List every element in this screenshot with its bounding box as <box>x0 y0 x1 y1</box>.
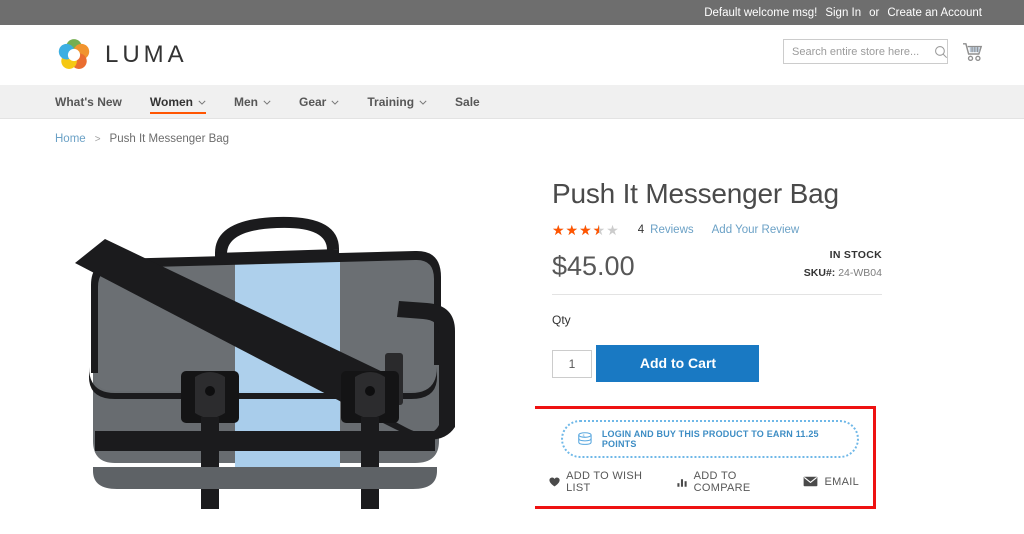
action-label: ADD TO WISH LIST <box>566 469 643 494</box>
nav-label: Sale <box>455 94 480 109</box>
heart-icon <box>549 477 560 487</box>
nav-label: What's New <box>55 94 122 109</box>
envelope-icon <box>804 477 818 487</box>
create-account-link[interactable]: Create an Account <box>887 7 982 19</box>
chevron-down-icon <box>419 100 427 105</box>
welcome-message: Default welcome msg! <box>704 6 818 19</box>
nav-label: Gear <box>299 94 327 109</box>
nav-item-sale[interactable]: Sale <box>441 85 494 118</box>
nav-item-gear[interactable]: Gear <box>285 85 353 118</box>
shopping-cart-icon[interactable] <box>962 42 984 62</box>
action-label: ADD TO COMPARE <box>693 469 751 494</box>
star-rating[interactable]: ★★★★★ ★★★★★ <box>552 223 620 237</box>
breadcrumb: Home > Push It Messenger Bag <box>0 119 1024 145</box>
chevron-down-icon <box>331 100 339 105</box>
breadcrumb-home-link[interactable]: Home <box>55 133 86 145</box>
or-text: or <box>869 6 880 19</box>
add-your-review-link[interactable]: Add Your Review <box>712 224 800 236</box>
sku-value: 24-WB04 <box>838 266 882 279</box>
add-to-cart-button[interactable]: Add to Cart <box>596 344 760 382</box>
review-count: 4 <box>637 223 645 236</box>
logo-text: LUMA <box>105 41 188 68</box>
site-header: LUMA <box>0 25 1024 85</box>
action-label: EMAIL <box>824 475 859 488</box>
product-page: Default welcome msg! Sign In or Create a… <box>0 0 1024 534</box>
nav-label: Women <box>149 94 193 109</box>
chevron-down-icon <box>198 100 206 105</box>
nav-item-women[interactable]: Women <box>136 85 220 118</box>
email-button[interactable]: EMAIL <box>803 476 859 488</box>
breadcrumb-current: Push It Messenger Bag <box>109 133 230 145</box>
quantity-stepper[interactable] <box>552 350 592 379</box>
logo[interactable]: LUMA <box>55 36 188 74</box>
search-box[interactable] <box>783 39 948 64</box>
sign-in-link[interactable]: Sign In <box>825 7 861 19</box>
search-input[interactable] <box>792 45 934 58</box>
search-icon[interactable] <box>934 45 948 59</box>
nav-item-training[interactable]: Training <box>353 85 441 118</box>
breadcrumb-separator: > <box>94 133 101 145</box>
sku-row: SKU#: 24-WB04 <box>804 267 882 279</box>
main-navigation: What's New Women Men Gear Training Sale <box>0 85 1024 119</box>
sku-label: SKU#: <box>803 266 836 279</box>
svg-text:$: $ <box>583 434 585 438</box>
top-panel: Default welcome msg! Sign In or Create a… <box>0 0 1024 25</box>
nav-item-whats-new[interactable]: What's New <box>55 85 136 118</box>
rating-row: ★★★★★ ★★★★★ 4 Reviews Add Your Review <box>552 223 984 237</box>
header-right <box>783 39 984 64</box>
stock-block: IN STOCK SKU#: 24-WB04 <box>804 245 882 282</box>
luma-flower-logo-icon <box>58 39 90 69</box>
reward-and-actions-highlight: $ LOGIN AND BUY THIS PRODUCT TO EARN 11.… <box>528 405 876 509</box>
star-rating-filled: ★★★★★ <box>552 222 599 237</box>
product-media-column <box>40 157 540 534</box>
chevron-down-icon <box>263 100 271 105</box>
bar-chart-icon <box>676 479 687 487</box>
product-image[interactable] <box>55 167 535 527</box>
status-badge: IN STOCK <box>829 248 882 261</box>
reward-points-badge[interactable]: $ LOGIN AND BUY THIS PRODUCT TO EARN 11.… <box>561 419 859 458</box>
coin-stack-icon: $ <box>578 432 592 445</box>
product-price: $45.00 <box>552 250 635 281</box>
nav-item-men[interactable]: Men <box>220 85 285 118</box>
reward-points-text: LOGIN AND BUY THIS PRODUCT TO EARN 11.25… <box>601 428 819 449</box>
reviews-link[interactable]: Reviews <box>650 224 693 236</box>
nav-label: Men <box>234 94 258 109</box>
page-title: Push It Messenger Bag <box>552 178 839 209</box>
price-row: $45.00 IN STOCK SKU#: 24-WB04 <box>552 245 882 295</box>
add-to-compare-button[interactable]: ADD TO COMPARE <box>676 469 782 494</box>
product-action-links: ADD TO WISH LIST ADD TO COMPARE EMAIL <box>549 470 859 494</box>
product-info-column: Push It Messenger Bag ★★★★★ ★★★★★ 4 Revi… <box>528 157 984 534</box>
qty-label: Qty <box>552 312 571 327</box>
reviews-link-group[interactable]: 4 Reviews <box>638 224 694 236</box>
nav-label: Training <box>367 94 415 109</box>
add-to-wish-list-button[interactable]: ADD TO WISH LIST <box>549 470 655 494</box>
main-content: Push It Messenger Bag ★★★★★ ★★★★★ 4 Revi… <box>0 145 1024 534</box>
